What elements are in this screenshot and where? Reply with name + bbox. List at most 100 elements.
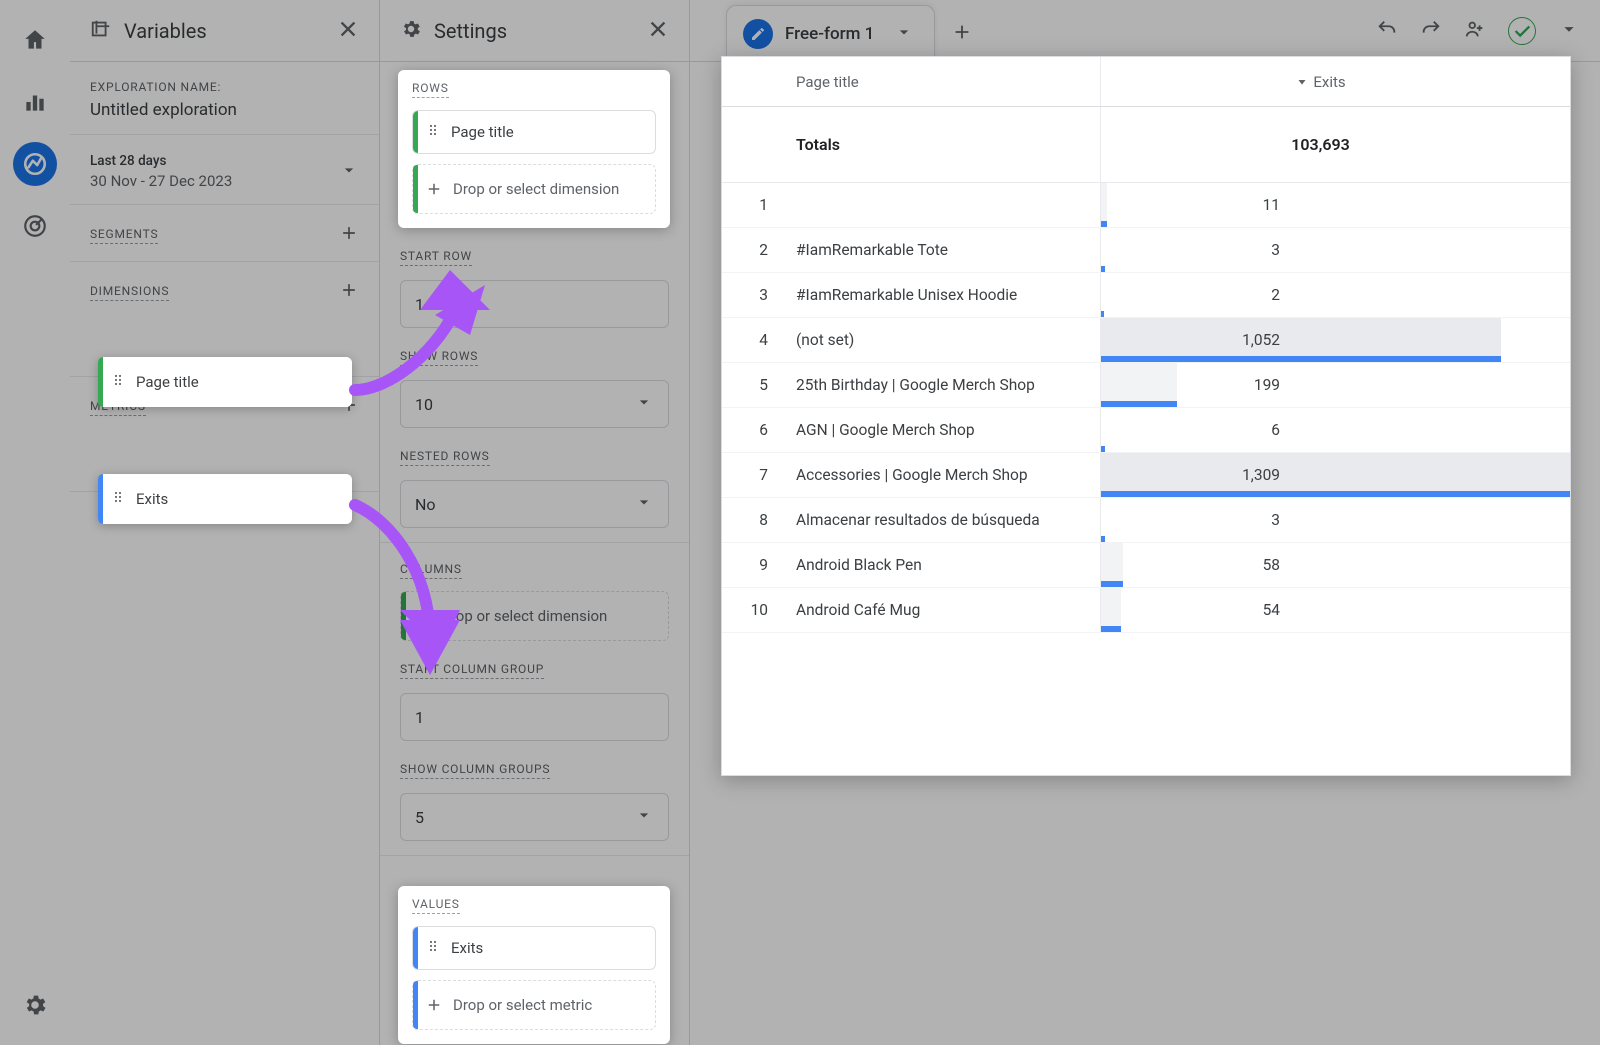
row-page-title: AGN | Google Merch Shop [782, 421, 1100, 439]
start-col-input[interactable]: 1 [400, 693, 669, 741]
segments-section: SEGMENTS [70, 205, 379, 262]
plus-icon [425, 180, 443, 198]
rows-section-highlight: ROWS Page title Drop or select dimension [398, 70, 670, 228]
row-index: 10 [722, 601, 782, 619]
close-icon[interactable] [647, 18, 669, 44]
row-page-title: #IamRemarkable Tote [782, 241, 1100, 259]
drag-handle-icon [425, 938, 441, 958]
admin-gear-icon[interactable] [13, 983, 57, 1027]
show-col-label: SHOW COLUMN GROUPS [400, 762, 550, 779]
table-row[interactable]: 3#IamRemarkable Unisex Hoodie2 [722, 273, 1570, 318]
start-col-label: START COLUMN GROUP [400, 662, 544, 679]
header-metric[interactable]: Exits [1100, 57, 1570, 106]
add-tab-button[interactable] [951, 21, 973, 61]
dimensions-label: DIMENSIONS [90, 284, 169, 301]
variables-title: Variables [124, 19, 325, 43]
start-col-section: START COLUMN GROUP 1 [380, 655, 689, 755]
rows-chip-page-title[interactable]: Page title [412, 110, 656, 154]
row-value-cell: 3 [1100, 228, 1570, 272]
reports-icon[interactable] [13, 80, 57, 124]
row-value-cell: 199 [1100, 363, 1570, 407]
close-icon[interactable] [337, 18, 359, 44]
row-index: 4 [722, 331, 782, 349]
metric-chip-highlight: Exits [98, 474, 352, 524]
values-dropzone[interactable]: Drop or select metric [412, 980, 656, 1030]
add-dimension-button[interactable] [339, 280, 359, 304]
row-page-title: Android Café Mug [782, 601, 1100, 619]
row-index: 9 [722, 556, 782, 574]
row-index: 5 [722, 376, 782, 394]
segments-label: SEGMENTS [90, 227, 158, 244]
columns-dropzone[interactable]: Drop or select dimension [400, 591, 669, 641]
row-page-title: #IamRemarkable Unisex Hoodie [782, 286, 1100, 304]
start-row-input[interactable]: 1 [400, 280, 669, 328]
drag-handle-icon [425, 122, 441, 142]
row-value-cell: 2 [1100, 273, 1570, 317]
home-icon[interactable] [13, 18, 57, 62]
result-table: Page title Exits Totals 103,693 1112#Iam… [721, 56, 1571, 776]
status-ok-icon[interactable] [1508, 17, 1536, 45]
chevron-down-icon[interactable] [1558, 18, 1580, 44]
drag-handle-icon [110, 489, 126, 509]
table-row[interactable]: 8Almacenar resultados de búsqueda3 [722, 498, 1570, 543]
chevron-down-icon [634, 392, 654, 416]
table-row[interactable]: 525th Birthday | Google Merch Shop199 [722, 363, 1570, 408]
dimension-chip-page-title[interactable]: Page title [98, 357, 352, 407]
nested-rows-section: NESTED ROWS No [380, 442, 689, 543]
row-page-title: Almacenar resultados de búsqueda [782, 511, 1100, 529]
metric-chip-exits[interactable]: Exits [98, 474, 352, 524]
drag-handle-icon [110, 372, 126, 392]
row-index: 7 [722, 466, 782, 484]
redo-icon[interactable] [1420, 18, 1442, 44]
plus-icon [425, 996, 443, 1014]
toolbar [1376, 0, 1580, 62]
rows-dropzone[interactable]: Drop or select dimension [412, 164, 656, 214]
sort-desc-icon [1295, 73, 1309, 91]
totals-label: Totals [782, 135, 1100, 154]
row-index: 6 [722, 421, 782, 439]
row-page-title: (not set) [782, 331, 1100, 349]
values-section-highlight: VALUES Exits Drop or select metric [398, 886, 670, 1044]
row-index: 8 [722, 511, 782, 529]
row-page-title: Accessories | Google Merch Shop [782, 466, 1100, 484]
table-row[interactable]: 4(not set)1,052 [722, 318, 1570, 363]
table-row[interactable]: 7Accessories | Google Merch Shop1,309 [722, 453, 1570, 498]
gear-icon [400, 18, 422, 44]
start-row-label: START ROW [400, 249, 472, 266]
show-col-select[interactable]: 5 [400, 793, 669, 841]
show-rows-select[interactable]: 10 [400, 380, 669, 428]
date-range-label: Last 28 days [90, 153, 232, 169]
table-row[interactable]: 9Android Black Pen58 [722, 543, 1570, 588]
row-page-title: 25th Birthday | Google Merch Shop [782, 376, 1100, 394]
row-page-title: Android Black Pen [782, 556, 1100, 574]
show-rows-section: SHOW ROWS 10 [380, 342, 689, 442]
tab-freeform[interactable]: Free-form 1 [726, 5, 935, 61]
date-range-picker[interactable]: Last 28 days 30 Nov - 27 Dec 2023 [70, 135, 379, 205]
edit-icon [743, 19, 773, 49]
nested-rows-select[interactable]: No [400, 480, 669, 528]
table-row[interactable]: 10Android Café Mug54 [722, 588, 1570, 633]
settings-title: Settings [434, 19, 635, 43]
row-value-cell: 58 [1100, 543, 1570, 587]
advertising-icon[interactable] [13, 204, 57, 248]
totals-value: 103,693 [1100, 107, 1570, 182]
columns-section: COLUMNS Drop or select dimension [380, 543, 689, 655]
share-icon[interactable] [1464, 18, 1486, 44]
chevron-down-icon[interactable] [894, 22, 914, 46]
add-segment-button[interactable] [339, 223, 359, 247]
nested-rows-label: NESTED ROWS [400, 449, 490, 466]
undo-icon[interactable] [1376, 18, 1398, 44]
header-dimension[interactable]: Page title [782, 73, 1100, 91]
table-row[interactable]: 111 [722, 183, 1570, 228]
explore-icon[interactable] [13, 142, 57, 186]
values-chip-exits[interactable]: Exits [412, 926, 656, 970]
table-row[interactable]: 2#IamRemarkable Tote3 [722, 228, 1570, 273]
dimension-chip-highlight: Page title [98, 357, 352, 407]
row-value-cell: 6 [1100, 408, 1570, 452]
row-value-cell: 1,052 [1100, 318, 1570, 362]
variables-icon [90, 18, 112, 44]
date-range-value: 30 Nov - 27 Dec 2023 [90, 172, 232, 190]
table-row[interactable]: 6AGN | Google Merch Shop6 [722, 408, 1570, 453]
exploration-name[interactable]: Untitled exploration [90, 100, 359, 120]
columns-label: COLUMNS [400, 562, 462, 579]
